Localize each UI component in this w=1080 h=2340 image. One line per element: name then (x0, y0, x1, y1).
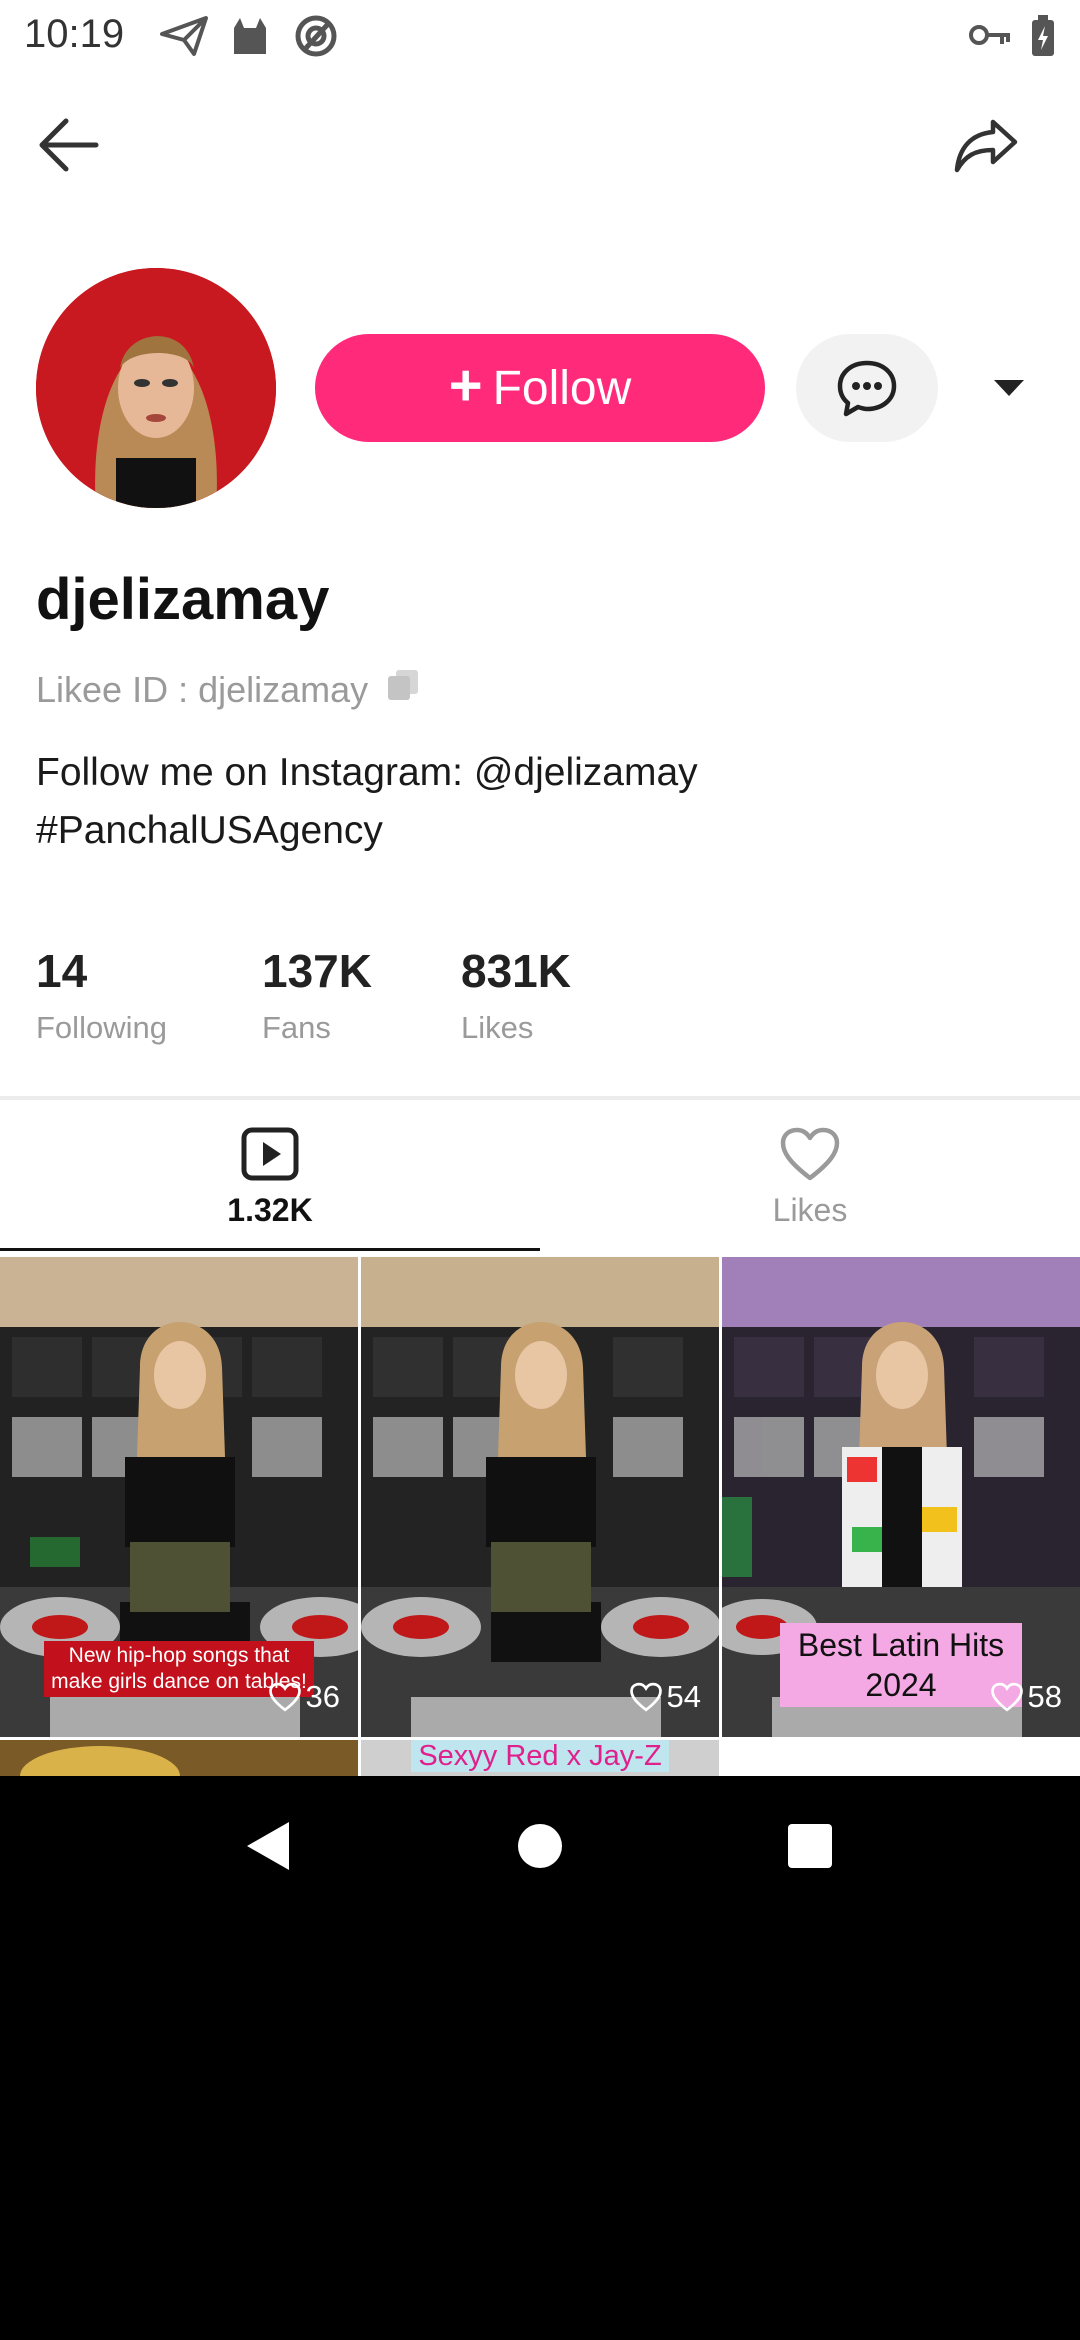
video-icon (241, 1127, 299, 1181)
follow-button[interactable]: + Follow (315, 334, 765, 442)
status-time: 10:19 (24, 12, 125, 56)
back-arrow-icon (39, 118, 99, 172)
video-caption: Sexyy Red x Jay-Z (411, 1740, 669, 1772)
likee-id-row: Likee ID : djelizamay (36, 668, 420, 711)
system-nav-bar (0, 1776, 1080, 1916)
more-options-button[interactable] (976, 360, 1042, 416)
video-likes-count: 36 (305, 1679, 340, 1714)
heart-outline-icon (629, 1682, 662, 1712)
square-recents-icon (788, 1824, 832, 1868)
video-thumbnail[interactable]: 54 (361, 1257, 719, 1737)
circle-home-icon (518, 1824, 562, 1868)
heart-icon (780, 1127, 840, 1181)
copy-icon[interactable] (386, 668, 420, 711)
status-bar: 10:19 (0, 0, 1080, 72)
system-back-button[interactable] (228, 1806, 308, 1886)
cat-icon (228, 14, 272, 63)
video-thumbnail[interactable]: Best Latin Hits 2024 58 (722, 1257, 1080, 1737)
avatar[interactable] (36, 268, 276, 508)
tab-videos-label: 1.32K (227, 1192, 313, 1228)
bio-line: Follow me on Instagram: @djelizamay (36, 751, 698, 794)
stat-value: 137K (262, 945, 372, 997)
heart-outline-icon (990, 1682, 1023, 1712)
profile-screen: 10:19 + Follow djelizamay Likee ID: dje… (0, 0, 1080, 1776)
likee-id: Likee ID : djelizamay (36, 668, 369, 710)
heart-outline-icon (268, 1682, 301, 1712)
stat-value: 831K (461, 945, 571, 997)
stat-following[interactable]: 14 Following (36, 944, 167, 1046)
system-recents-button[interactable] (770, 1806, 850, 1886)
username: djelizamay (36, 567, 330, 632)
triangle-back-icon (247, 1822, 289, 1870)
chat-bubble-icon (837, 360, 897, 417)
battery-charging-icon (1030, 14, 1056, 63)
stat-label: Likes (461, 1010, 534, 1045)
video-likes: 58 (990, 1679, 1062, 1715)
stat-value: 14 (36, 945, 88, 997)
video-thumbnail-image (0, 1740, 358, 1776)
plus-icon: + (448, 353, 483, 418)
video-likes: 36 (268, 1679, 340, 1715)
message-button[interactable] (796, 334, 938, 442)
stat-label: Following (36, 1010, 167, 1045)
tab-videos[interactable]: 1.32K (0, 1100, 540, 1252)
video-caption: Best Latin Hits 2024 (780, 1623, 1022, 1707)
send-icon (160, 14, 208, 63)
stat-fans[interactable]: 137K Fans (262, 944, 372, 1046)
video-thumbnail-image (361, 1257, 719, 1737)
at-sign-icon (294, 14, 338, 63)
avatar-image (36, 268, 276, 508)
bio-line: #PanchalUSAgency (36, 809, 383, 852)
back-button[interactable] (28, 110, 108, 180)
share-button[interactable] (946, 110, 1026, 180)
video-thumbnail[interactable] (0, 1740, 358, 1776)
follow-label: Follow (492, 361, 632, 415)
video-thumbnail[interactable]: Sexyy Red x Jay-Z (361, 1740, 719, 1776)
system-home-button[interactable] (500, 1806, 580, 1886)
tab-indicator (0, 1248, 540, 1251)
stat-likes[interactable]: 831K Likes (461, 944, 571, 1046)
video-likes: 54 (629, 1679, 701, 1715)
stat-label: Fans (262, 1010, 331, 1045)
video-likes-count: 58 (1027, 1679, 1062, 1714)
caret-down-icon (994, 380, 1024, 396)
tab-likes-label: Likes (772, 1192, 848, 1228)
vpn-key-icon (968, 20, 1012, 55)
bio: Follow me on Instagram: @djelizamay #Pan… (36, 744, 1036, 860)
video-thumbnail[interactable]: New hip-hop songs that make girls dance … (0, 1257, 358, 1737)
tab-likes[interactable]: Likes (540, 1100, 1080, 1252)
video-likes-count: 54 (666, 1679, 701, 1714)
share-icon (954, 119, 1018, 173)
